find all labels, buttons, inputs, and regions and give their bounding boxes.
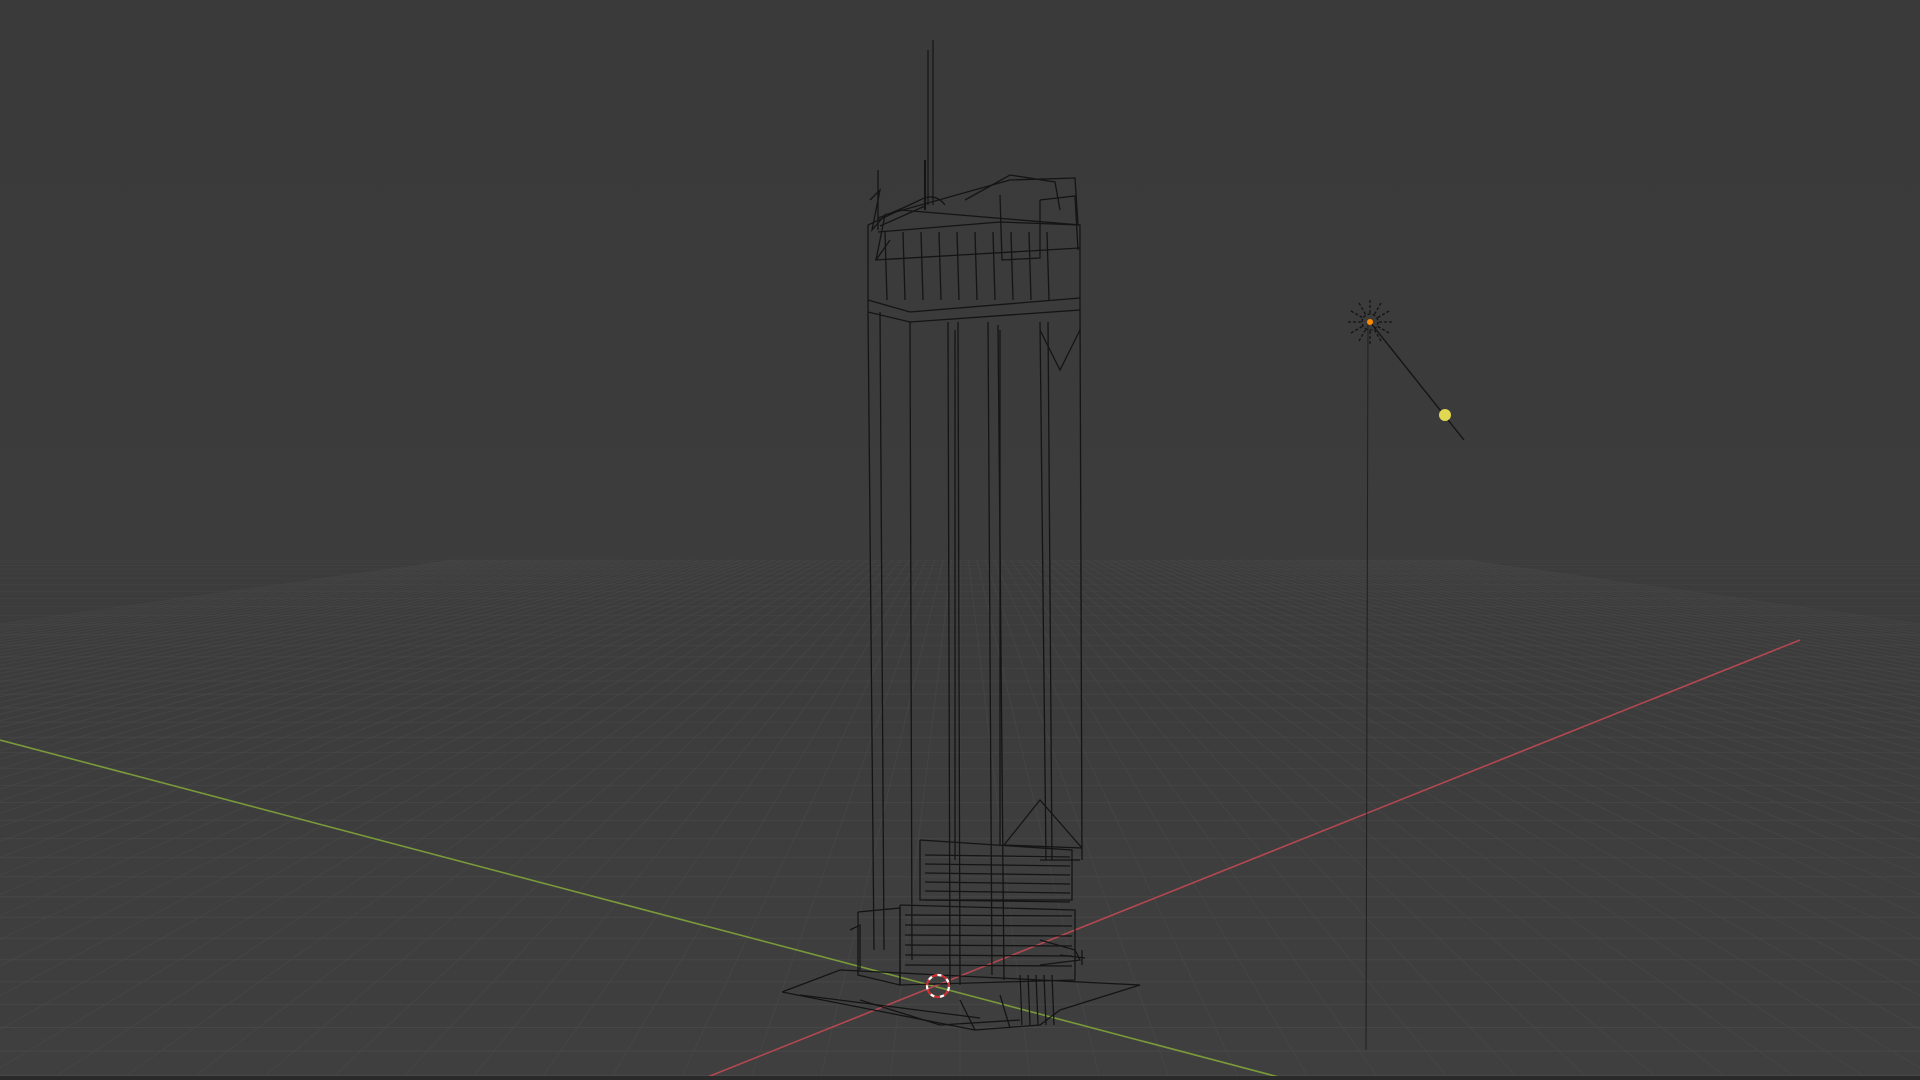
tower-detail (920, 231, 924, 301)
tower-railing (1027, 974, 1031, 1026)
tower-base-band (924, 890, 1071, 894)
sun-ray (1357, 300, 1367, 315)
tower-railing (1035, 974, 1039, 1026)
tower-base-band (904, 914, 1073, 917)
tower-mesh[interactable] (781, 40, 1141, 1031)
tower-base-band (904, 924, 1073, 927)
viewport-canvas[interactable] (0, 0, 1920, 1080)
tower-base (857, 907, 901, 986)
tower-base (1039, 939, 1081, 966)
tower-detail (1028, 231, 1032, 301)
viewport-bottom-edge (0, 1076, 1920, 1080)
light-target-handle (1439, 409, 1451, 421)
tower-base-band (924, 872, 1071, 876)
tower-detail (902, 231, 906, 301)
tower-column (947, 321, 951, 986)
sun-light[interactable] (1346, 298, 1465, 1051)
sun-ray (1373, 300, 1383, 315)
tower-column (867, 311, 875, 951)
sun-ray (1348, 309, 1363, 319)
x-axis-line (699, 639, 1801, 1080)
tower-ground-plate (799, 994, 981, 1019)
tower-detail (884, 231, 888, 301)
tower-truss (869, 188, 891, 261)
tower-detail (1046, 231, 1050, 301)
sun-ray (1348, 325, 1363, 335)
tower-column (879, 311, 885, 951)
sun-ray (1377, 325, 1392, 335)
tower-detail (1010, 231, 1014, 301)
axis-lines (0, 639, 1801, 1080)
tower-base-band (924, 881, 1071, 885)
sun-ray (1377, 309, 1392, 319)
tower-head-band (877, 221, 1081, 233)
tower-detail (974, 231, 978, 301)
tower-base-band (904, 964, 1073, 967)
light-origin-dot (1367, 319, 1373, 325)
sun-ray (1357, 329, 1367, 344)
tower-base-band (924, 863, 1071, 867)
tower-column (909, 321, 913, 961)
tower-detail (938, 231, 942, 301)
light-direction-line (1369, 321, 1465, 441)
tower-ground-plate (999, 994, 1011, 1029)
tower-roof (884, 177, 1079, 226)
tower-head-band (867, 297, 1081, 313)
tower-brace (1039, 329, 1081, 372)
tower-head-band (874, 247, 1081, 261)
tower-base-band (904, 944, 1073, 947)
tower-base-band (924, 854, 1071, 858)
tower-detail (956, 231, 960, 301)
light-vertical-guide (1365, 321, 1369, 1051)
tower-base-band (904, 954, 1073, 957)
y-axis-line (0, 739, 1291, 1080)
tower-detail (992, 231, 996, 301)
3d-viewport[interactable] (0, 0, 1920, 1080)
tower-base-band (904, 934, 1073, 937)
tower-railing (1043, 974, 1047, 1026)
